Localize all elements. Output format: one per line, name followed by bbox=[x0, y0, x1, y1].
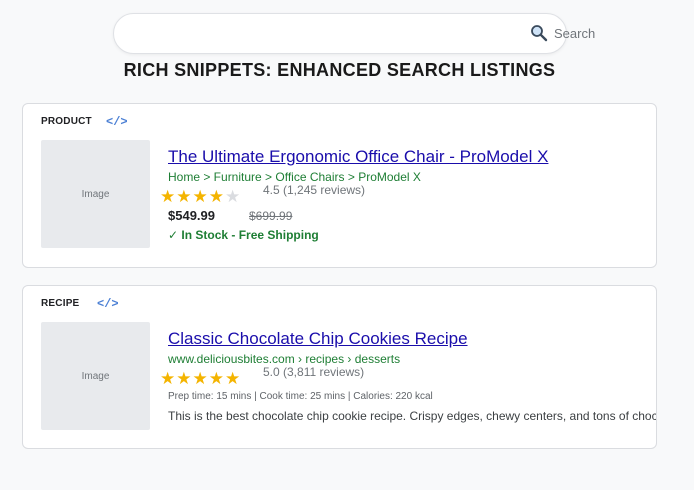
star-icon: ★ bbox=[160, 369, 176, 388]
recipe-card: RECIPE </> Image Classic Chocolate Chip … bbox=[22, 285, 657, 449]
image-label: Image bbox=[81, 370, 110, 382]
card-type-label: RECIPE bbox=[41, 298, 80, 309]
search-input[interactable] bbox=[128, 23, 528, 45]
recipe-title-link[interactable]: Classic Chocolate Chip Cookies Recipe bbox=[168, 329, 468, 349]
page-title: RICH SNIPPETS: ENHANCED SEARCH LISTINGS bbox=[123, 60, 556, 80]
stock-status: ✓ In Stock - Free Shipping bbox=[168, 228, 319, 242]
card-type-label: PRODUCT bbox=[41, 116, 92, 127]
price: $549.99 bbox=[168, 208, 215, 223]
star-icon: ★ bbox=[176, 369, 192, 388]
recipe-meta: Prep time: 15 mins | Cook time: 25 mins … bbox=[168, 391, 433, 402]
page: Search RICH SNIPPETS: ENHANCED SEARCH LI… bbox=[0, 0, 694, 490]
product-image-placeholder: Image bbox=[41, 140, 150, 248]
search-icon[interactable] bbox=[530, 24, 548, 42]
search-bar[interactable]: Search bbox=[113, 13, 595, 54]
star-empty-icon: ★ bbox=[225, 187, 241, 206]
star-rating: ★ ★ ★ ★ ★ bbox=[160, 188, 240, 206]
rating-text: 4.5 (1,245 reviews) bbox=[263, 183, 366, 197]
star-icon: ★ bbox=[192, 369, 208, 388]
star-icon: ★ bbox=[192, 187, 208, 206]
breadcrumb[interactable]: www.deliciousbites.com › recipes › desse… bbox=[168, 352, 400, 366]
search-label[interactable]: Search bbox=[554, 26, 595, 41]
product-title-link[interactable]: The Ultimate Ergonomic Office Chair - Pr… bbox=[168, 147, 548, 167]
recipe-description: This is the best chocolate chip cookie r… bbox=[168, 409, 657, 423]
product-card: PRODUCT </> Image The Ultimate Ergonomic… bbox=[22, 103, 657, 268]
star-rating: ★ ★ ★ ★ ★ bbox=[160, 370, 240, 388]
recipe-image-placeholder: Image bbox=[41, 322, 150, 430]
code-icon[interactable]: </> bbox=[106, 115, 128, 129]
old-price: $699.99 bbox=[249, 209, 293, 223]
star-icon: ★ bbox=[208, 187, 224, 206]
code-icon[interactable]: </> bbox=[97, 297, 119, 311]
rating-text: 5.0 (3,811 reviews) bbox=[263, 365, 365, 379]
star-icon: ★ bbox=[176, 187, 192, 206]
breadcrumb[interactable]: Home > Furniture > Office Chairs > ProMo… bbox=[168, 170, 421, 184]
image-label: Image bbox=[81, 188, 110, 200]
star-icon: ★ bbox=[160, 187, 176, 206]
star-icon: ★ bbox=[208, 369, 224, 388]
star-icon: ★ bbox=[225, 369, 241, 388]
